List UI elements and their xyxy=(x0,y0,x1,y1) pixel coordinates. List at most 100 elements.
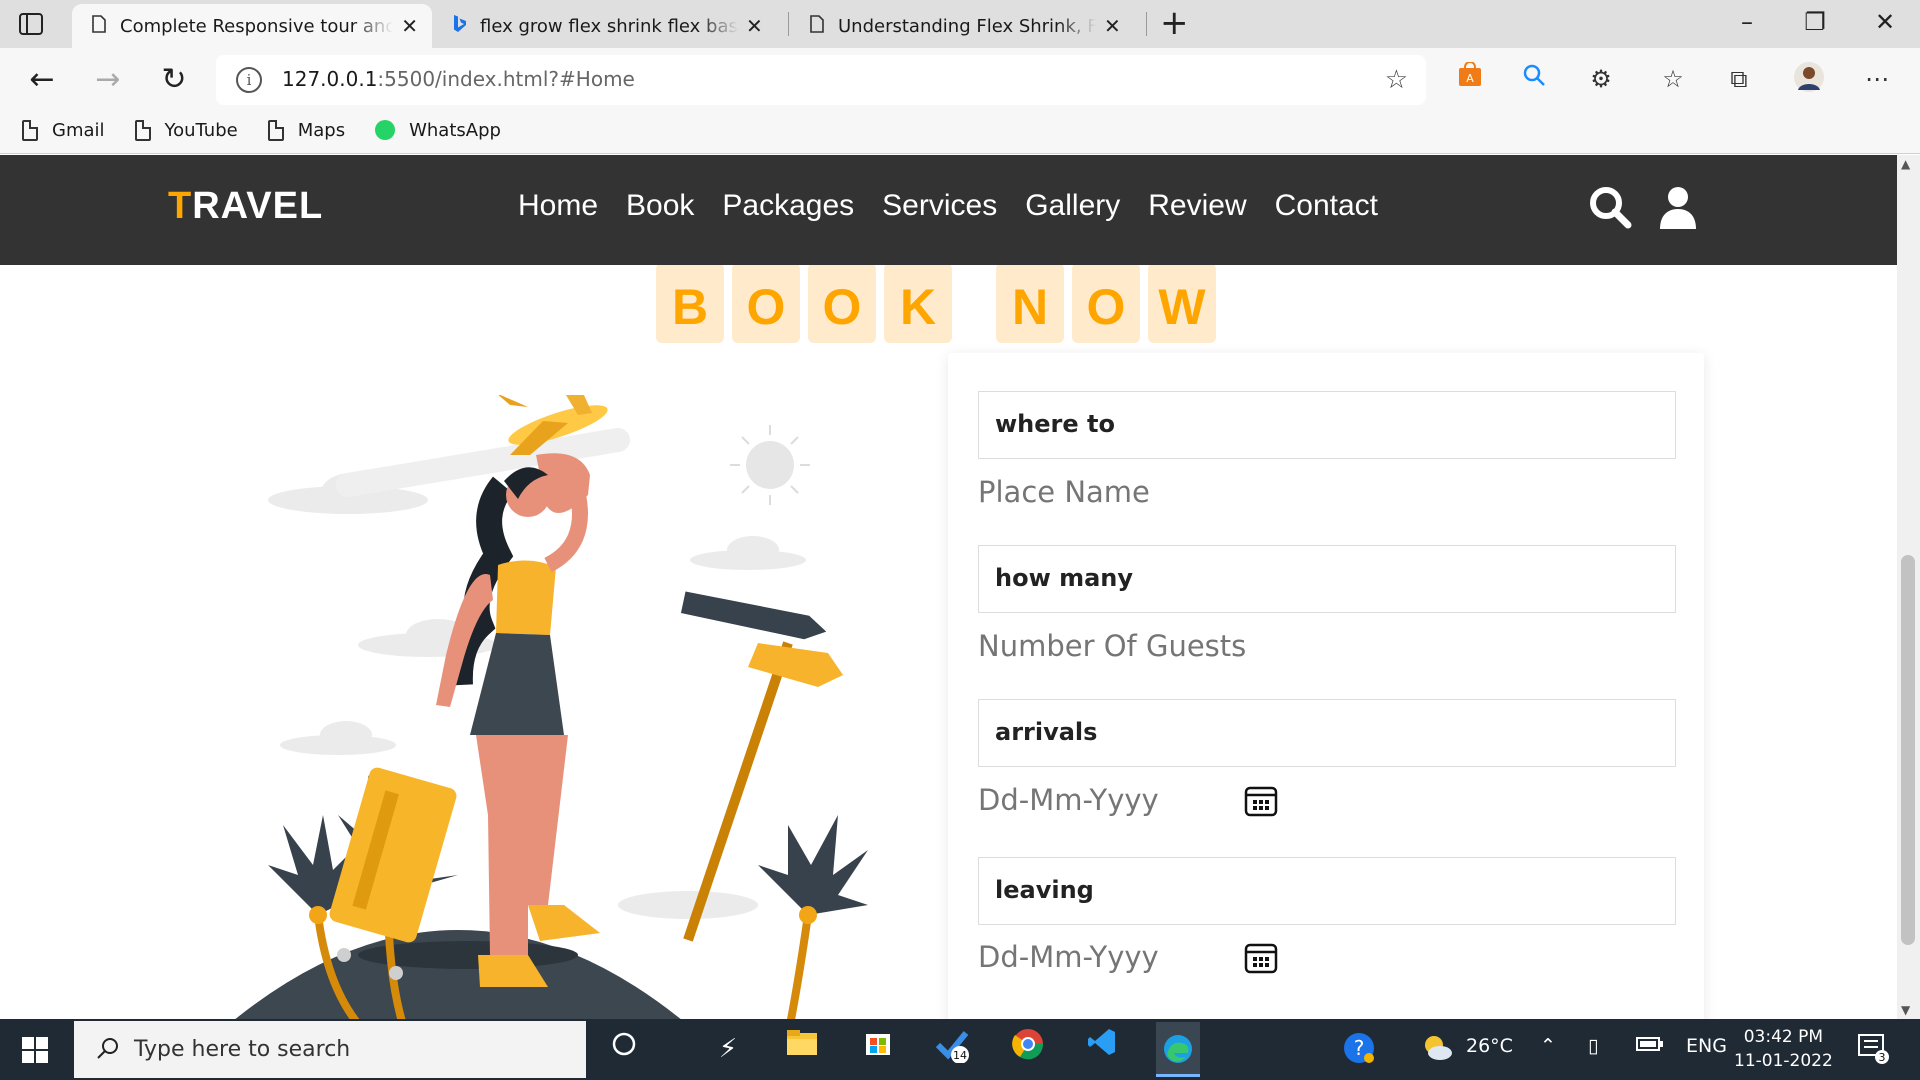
device-icon[interactable]: ▯ xyxy=(1588,1035,1598,1057)
tab-title: flex grow flex shrink flex basis - Bing xyxy=(480,15,738,37)
heading-letter: N xyxy=(996,263,1064,343)
tab-bing[interactable]: flex grow flex shrink flex basis - Bing … xyxy=(432,4,788,48)
windows-start-icon[interactable] xyxy=(22,1037,48,1063)
site-header: TRAVEL Home Book Packages Services Galle… xyxy=(0,155,1897,265)
sun-icon xyxy=(730,425,810,505)
bookmark-maps[interactable]: Maps xyxy=(267,119,345,141)
address-bar[interactable]: i 127.0.0.1:5500/index.html?#Home ☆ xyxy=(216,55,1426,105)
language-indicator[interactable]: ENG xyxy=(1686,1035,1727,1057)
info-icon[interactable]: i xyxy=(236,67,262,93)
whatsapp-icon xyxy=(375,120,396,140)
weather-temperature[interactable]: 26°C xyxy=(1466,1035,1513,1057)
svg-text:?: ? xyxy=(1354,1036,1365,1060)
minimize-button[interactable]: – xyxy=(1732,8,1762,36)
tab-flex-shrink[interactable]: Understanding Flex Shrink, Flex Grow ✕ xyxy=(790,4,1146,48)
page-icon xyxy=(134,119,151,141)
restore-button[interactable]: ❐ xyxy=(1800,8,1830,36)
place-name-input[interactable] xyxy=(978,462,1676,522)
calendar-icon[interactable] xyxy=(1244,783,1278,817)
system-clock[interactable]: 03:42 PM 11-01-2022 xyxy=(1734,1025,1833,1073)
leaving-date-input[interactable] xyxy=(978,927,1676,987)
tab-title: Understanding Flex Shrink, Flex Grow xyxy=(838,15,1096,37)
nav-services[interactable]: Services xyxy=(882,189,997,223)
clock-time: 03:42 PM xyxy=(1743,1027,1824,1047)
how-many-label: how many xyxy=(978,545,1676,613)
vscode-icon[interactable] xyxy=(1080,1027,1124,1071)
tab-bar: Complete Responsive tour and travel ✕ fl… xyxy=(0,0,1920,48)
cortana-icon[interactable] xyxy=(602,1027,646,1071)
collections-icon[interactable]: ⧉ xyxy=(1722,62,1756,96)
traveler-figure-icon xyxy=(436,453,600,987)
scroll-down-icon[interactable]: ▼ xyxy=(1901,1003,1910,1017)
shopping-icon[interactable]: A xyxy=(1453,61,1487,96)
microsoft-store-icon[interactable] xyxy=(856,1027,900,1071)
search-icon[interactable] xyxy=(1588,185,1632,229)
more-icon[interactable]: ⋯ xyxy=(1860,62,1894,96)
taskbar-search[interactable]: Type here to search xyxy=(74,1021,586,1078)
heading-letter: O xyxy=(1072,263,1140,343)
nav-review[interactable]: Review xyxy=(1148,189,1246,223)
file-explorer-icon[interactable] xyxy=(780,1027,824,1071)
close-window-button[interactable]: ✕ xyxy=(1870,8,1900,36)
close-icon[interactable]: ✕ xyxy=(1104,14,1121,38)
page-icon xyxy=(92,14,106,38)
bookmarks-bar: Gmail YouTube Maps WhatsApp xyxy=(0,110,1920,150)
battery-icon[interactable] xyxy=(1636,1035,1664,1057)
calendar-icon[interactable] xyxy=(1244,940,1278,974)
notification-count: 3 xyxy=(1879,1051,1886,1064)
url-text[interactable]: 127.0.0.1:5500/index.html?#Home xyxy=(282,67,635,91)
heading-letter: W xyxy=(1148,263,1216,343)
windows-taskbar: Type here to search ⚡ 14 ? 26°C ⌃ ▯ ENG … xyxy=(0,1019,1920,1080)
close-icon[interactable]: ✕ xyxy=(401,14,418,38)
profile-avatar[interactable] xyxy=(1792,62,1826,96)
page-icon xyxy=(267,119,284,141)
site-logo[interactable]: TRAVEL xyxy=(168,185,323,228)
help-icon[interactable]: ? xyxy=(1342,1031,1376,1070)
nav-home[interactable]: Home xyxy=(518,189,598,223)
nav-gallery[interactable]: Gallery xyxy=(1025,189,1120,223)
weather-icon[interactable] xyxy=(1420,1031,1454,1070)
scrollbar-thumb[interactable] xyxy=(1901,555,1915,945)
guests-input[interactable] xyxy=(978,616,1676,676)
back-button[interactable]: ← xyxy=(22,60,62,100)
browser-toolbar: ← → ↻ i 127.0.0.1:5500/index.html?#Home … xyxy=(0,48,1920,154)
tab-actions-icon[interactable] xyxy=(18,12,44,36)
tray-expand-icon[interactable]: ⌃ xyxy=(1540,1035,1556,1057)
bookmark-gmail[interactable]: Gmail xyxy=(22,119,105,141)
heading-letter: B xyxy=(656,263,724,343)
heading-space xyxy=(960,263,988,343)
chrome-icon[interactable] xyxy=(1006,1027,1050,1071)
page-viewport: TRAVEL Home Book Packages Services Galle… xyxy=(0,155,1897,1019)
extensions-icon[interactable]: ⚙ xyxy=(1584,62,1618,96)
where-to-label: where to xyxy=(978,391,1676,459)
search-icon xyxy=(96,1036,120,1064)
todo-icon[interactable]: 14 xyxy=(930,1027,974,1071)
nav-book[interactable]: Book xyxy=(626,189,694,223)
page-icon xyxy=(810,14,824,38)
app-icon[interactable]: ⚡ xyxy=(706,1027,750,1071)
reload-button[interactable]: ↻ xyxy=(154,60,194,100)
nav-packages[interactable]: Packages xyxy=(722,189,854,223)
forward-button[interactable]: → xyxy=(88,60,128,100)
new-tab-button[interactable]: + xyxy=(1160,6,1189,40)
bookmark-youtube[interactable]: YouTube xyxy=(134,119,238,141)
taskbar-badge: 14 xyxy=(953,1049,967,1062)
bookmark-whatsapp[interactable]: WhatsApp xyxy=(375,120,501,141)
nav-contact[interactable]: Contact xyxy=(1275,189,1378,223)
page-scrollbar[interactable]: ▲ ▼ xyxy=(1897,155,1920,1019)
search-icon[interactable] xyxy=(1517,62,1551,96)
tab-separator xyxy=(788,12,789,36)
heading-letter: O xyxy=(808,263,876,343)
favorites-icon[interactable]: ☆ xyxy=(1656,62,1690,96)
tab-title: Complete Responsive tour and travel xyxy=(120,15,394,37)
tab-travel[interactable]: Complete Responsive tour and travel ✕ xyxy=(72,4,432,48)
arrival-date-input[interactable] xyxy=(978,770,1676,830)
edge-icon[interactable] xyxy=(1156,1022,1200,1077)
notification-icon[interactable]: 3 xyxy=(1856,1031,1890,1070)
scroll-up-icon[interactable]: ▲ xyxy=(1901,157,1910,171)
add-favorite-icon[interactable]: ☆ xyxy=(1385,65,1408,95)
close-icon[interactable]: ✕ xyxy=(746,14,763,38)
clock-date: 11-01-2022 xyxy=(1734,1051,1833,1071)
section-heading: B O O K N O W xyxy=(656,263,1224,343)
user-icon[interactable] xyxy=(1656,185,1700,229)
